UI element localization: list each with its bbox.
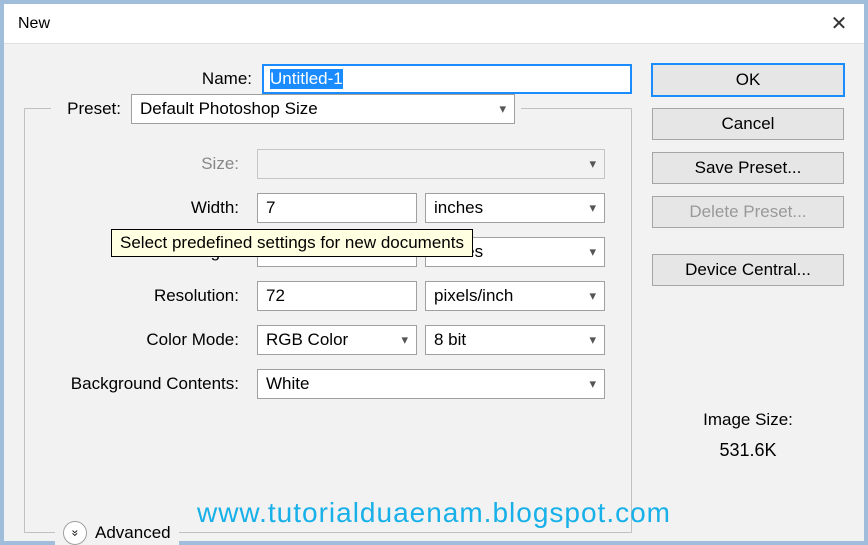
background-label: Background Contents: — [39, 374, 249, 394]
settings-grid: Size: ▾ Width: inches ▾ Height: inches — [39, 149, 617, 399]
new-document-dialog: New ✕ Name: Preset: Default Photoshop Si… — [0, 0, 868, 545]
chevron-down-icon: ▾ — [589, 244, 596, 260]
cancel-button[interactable]: Cancel — [652, 108, 844, 140]
chevron-down-icon: ▾ — [589, 376, 596, 392]
preset-value: Default Photoshop Size — [140, 99, 318, 119]
settings-fieldset: Preset: Default Photoshop Size ▾ Size: ▾… — [24, 108, 632, 533]
close-icon[interactable]: ✕ — [824, 11, 854, 36]
chevron-down-icon: ▾ — [401, 332, 408, 348]
dialog-body: Name: Preset: Default Photoshop Size ▾ S… — [4, 44, 864, 541]
color-mode-select[interactable]: RGB Color ▾ — [257, 325, 417, 355]
name-label: Name: — [24, 69, 262, 89]
device-central-button[interactable]: Device Central... — [652, 254, 844, 286]
width-unit-select[interactable]: inches ▾ — [425, 193, 605, 223]
color-mode-label: Color Mode: — [39, 330, 249, 350]
background-select[interactable]: White ▾ — [257, 369, 605, 399]
save-preset-button[interactable]: Save Preset... — [652, 152, 844, 184]
titlebar: New ✕ — [4, 4, 864, 44]
preset-select[interactable]: Default Photoshop Size ▾ — [131, 94, 515, 124]
color-depth-value: 8 bit — [434, 330, 466, 350]
name-input[interactable] — [262, 64, 632, 94]
color-depth-select[interactable]: 8 bit ▾ — [425, 325, 605, 355]
resolution-input[interactable] — [257, 281, 417, 311]
size-select: ▾ — [257, 149, 605, 179]
background-value: White — [266, 374, 309, 394]
resolution-label: Resolution: — [39, 286, 249, 306]
color-mode-value: RGB Color — [266, 330, 348, 350]
chevron-down-icon: ▾ — [589, 332, 596, 348]
width-input[interactable] — [257, 193, 417, 223]
width-unit-value: inches — [434, 198, 483, 218]
image-size-value: 531.6K — [652, 440, 844, 461]
preset-label: Preset: — [51, 99, 131, 119]
double-chevron-down-icon: » — [68, 530, 82, 537]
delete-preset-button: Delete Preset... — [652, 196, 844, 228]
left-panel: Name: Preset: Default Photoshop Size ▾ S… — [24, 64, 632, 533]
chevron-down-icon: ▾ — [499, 101, 506, 117]
window-title: New — [18, 15, 50, 33]
chevron-down-icon: ▾ — [589, 288, 596, 304]
resolution-unit-value: pixels/inch — [434, 286, 513, 306]
advanced-toggle-button[interactable]: » — [63, 521, 87, 545]
chevron-down-icon: ▾ — [589, 200, 596, 216]
ok-button[interactable]: OK — [652, 64, 844, 96]
image-size-label: Image Size: — [652, 410, 844, 430]
advanced-label: Advanced — [95, 523, 171, 543]
width-label: Width: — [39, 198, 249, 218]
chevron-down-icon: ▾ — [589, 156, 596, 172]
resolution-unit-select[interactable]: pixels/inch ▾ — [425, 281, 605, 311]
size-label: Size: — [39, 154, 249, 174]
right-panel: OK Cancel Save Preset... Delete Preset..… — [652, 64, 844, 533]
tooltip: Select predefined settings for new docum… — [111, 229, 473, 257]
